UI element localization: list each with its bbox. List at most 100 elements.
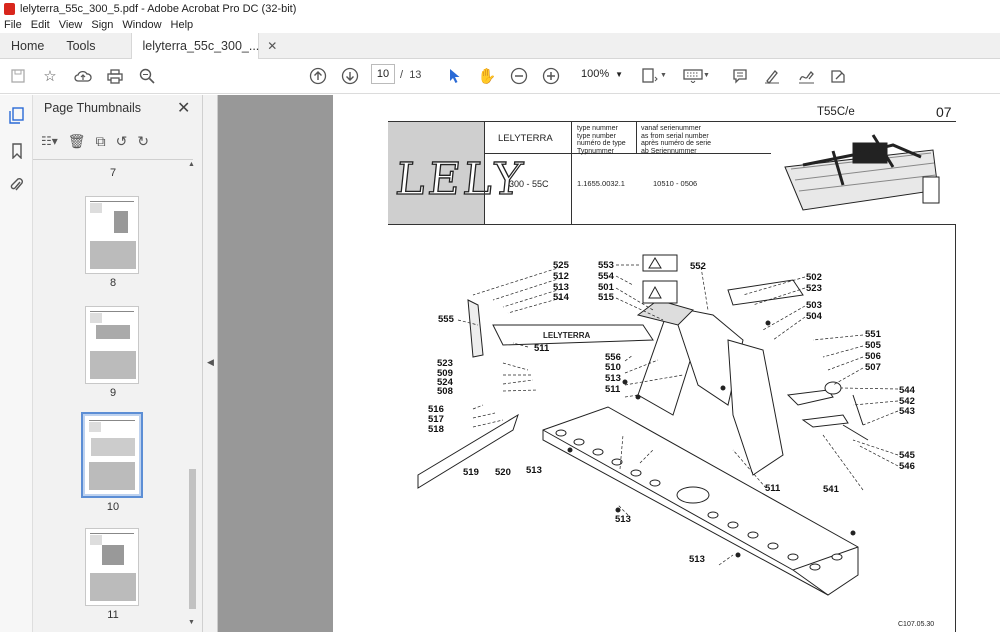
svg-text:545: 545 (899, 450, 916, 461)
sign-icon[interactable] (797, 66, 817, 86)
svg-text:553: 553 (598, 260, 614, 271)
keyboard-icon[interactable] (683, 66, 703, 86)
left-rail (0, 95, 33, 632)
panel-toolbar: ☷▾ 🗑 ⧉ ↺ ↻ (41, 131, 149, 151)
svg-text:511: 511 (765, 483, 781, 494)
thumbnail-label-7: 7 (109, 167, 117, 179)
svg-text:505: 505 (865, 340, 882, 351)
zoom-select[interactable]: 100% ▼ (577, 64, 627, 84)
chevron-down-icon: ▼ (615, 69, 623, 79)
thumbnails-panel: Page Thumbnails ✕ ☷▾ 🗑 ⧉ ↺ ↻ 7 8 9 10 11… (33, 95, 203, 632)
warning-stickers (642, 254, 678, 304)
extract-page-icon[interactable]: ⧉ (96, 133, 106, 150)
comment-icon[interactable] (730, 66, 750, 86)
svg-text:523: 523 (806, 283, 822, 294)
svg-text:507: 507 (865, 362, 881, 373)
bookmarks-icon[interactable] (8, 143, 25, 160)
tab-home[interactable]: Home (0, 33, 55, 59)
exploded-parts-drawing: LELYTERRA 525 512 513 514 555 511 553 55… (417, 134, 940, 596)
main-toolbar: ☆ ✋ (0, 59, 1000, 94)
tab-document[interactable]: lelyterra_55c_300_... ✕ (130, 33, 277, 59)
thumbnail-page-9[interactable] (85, 306, 139, 384)
zoom-out-icon[interactable] (509, 66, 529, 86)
previous-page-icon[interactable] (308, 66, 328, 86)
panel-splitter[interactable]: ◀ (203, 95, 218, 632)
select-cursor-icon[interactable] (445, 66, 465, 86)
close-panel-icon[interactable]: ✕ (177, 98, 190, 118)
menu-window[interactable]: Window (122, 19, 161, 31)
thumbnail-page-10[interactable] (81, 412, 143, 498)
page-number-input[interactable]: 10 (371, 64, 395, 84)
svg-text:555: 555 (438, 314, 455, 325)
page-thumbnails-icon[interactable] (8, 107, 25, 124)
thumbnail-options-icon[interactable]: ☷▾ (41, 134, 58, 148)
svg-text:513: 513 (615, 514, 631, 525)
print-icon[interactable] (105, 66, 125, 86)
thumbnail-label-11: 11 (107, 609, 119, 621)
svg-text:520: 520 (495, 467, 511, 478)
bookmark-star-icon[interactable]: ☆ (40, 66, 60, 86)
thumbnail-page-11[interactable] (85, 528, 139, 606)
thumbnail-label-8: 8 (109, 277, 117, 289)
menu-bar: File Edit View Sign Window Help (0, 17, 1000, 33)
attachments-icon[interactable] (8, 177, 25, 194)
page-count: 13 (409, 69, 422, 81)
svg-text:519: 519 (463, 467, 479, 478)
thumbnail-label-9: 9 (109, 387, 117, 399)
menu-sign[interactable]: Sign (91, 19, 113, 31)
scrollbar-thumb[interactable] (189, 469, 196, 609)
svg-text:514: 514 (553, 292, 570, 303)
window-title: lelyterra_55c_300_5.pdf - Adobe Acrobat … (20, 2, 297, 15)
highlight-pen-icon[interactable] (762, 66, 782, 86)
svg-text:518: 518 (428, 424, 444, 435)
delete-page-icon[interactable]: 🗑 (68, 133, 86, 150)
svg-text:554: 554 (598, 271, 615, 282)
svg-text:552: 552 (690, 261, 706, 272)
scroll-up-icon[interactable]: ▲ (188, 161, 195, 168)
svg-text:510: 510 (605, 362, 621, 373)
thumbnail-page-8[interactable] (85, 196, 139, 274)
beam-label: LELYTERRA (543, 331, 590, 340)
page-total: / 13 (400, 69, 421, 81)
keyboard-dropdown-icon[interactable]: ▼ (703, 72, 710, 79)
svg-text:543: 543 (899, 406, 915, 417)
upload-cloud-icon[interactable] (73, 66, 93, 86)
close-tab-icon[interactable]: ✕ (267, 39, 277, 53)
tab-tools[interactable]: Tools (55, 33, 106, 59)
menu-help[interactable]: Help (171, 19, 194, 31)
svg-text:506: 506 (865, 351, 881, 362)
rotate-ccw-icon[interactable]: ↺ (116, 133, 128, 150)
fill-sign-icon[interactable] (828, 66, 848, 86)
menu-edit[interactable]: Edit (31, 19, 50, 31)
menu-file[interactable]: File (4, 19, 22, 31)
menu-view[interactable]: View (59, 19, 83, 31)
machine-overview-illustration (784, 134, 940, 211)
svg-text:525: 525 (553, 260, 570, 271)
zoom-value: 100% (581, 68, 610, 80)
zoom-in-icon[interactable] (541, 66, 561, 86)
fit-page-icon[interactable] (640, 66, 660, 86)
save-icon[interactable] (8, 66, 28, 86)
figure-code: C107.05.30 (898, 621, 935, 628)
title-bar: lelyterra_55c_300_5.pdf - Adobe Acrobat … (0, 0, 1000, 17)
hand-tool-icon[interactable]: ✋ (477, 66, 497, 86)
rotate-cw-icon[interactable]: ↻ (137, 133, 149, 150)
svg-text:546: 546 (899, 461, 915, 472)
thumbnail-scrollbar[interactable]: ▲ ▼ (188, 159, 197, 632)
svg-text:512: 512 (553, 271, 569, 282)
collapse-panel-icon[interactable]: ◀ (207, 357, 214, 368)
scroll-down-icon[interactable]: ▼ (188, 619, 195, 626)
svg-text:513: 513 (689, 554, 705, 565)
fit-dropdown-icon[interactable]: ▼ (660, 72, 667, 79)
svg-text:513: 513 (526, 465, 542, 476)
tab-bar: Home Tools lelyterra_55c_300_... ✕ (0, 33, 1000, 59)
zoom-search-icon[interactable] (137, 66, 157, 86)
svg-text:513: 513 (605, 373, 621, 384)
acrobat-icon (4, 2, 15, 15)
svg-text:504: 504 (806, 311, 823, 322)
rotor-beam (542, 406, 859, 596)
svg-text:503: 503 (806, 300, 822, 311)
document-viewer[interactable]: T55C/e 07 LELY LELYTERRA type nummer type… (218, 95, 1000, 632)
thumbnail-list: 7 8 9 10 11 (33, 159, 193, 632)
next-page-icon[interactable] (340, 66, 360, 86)
